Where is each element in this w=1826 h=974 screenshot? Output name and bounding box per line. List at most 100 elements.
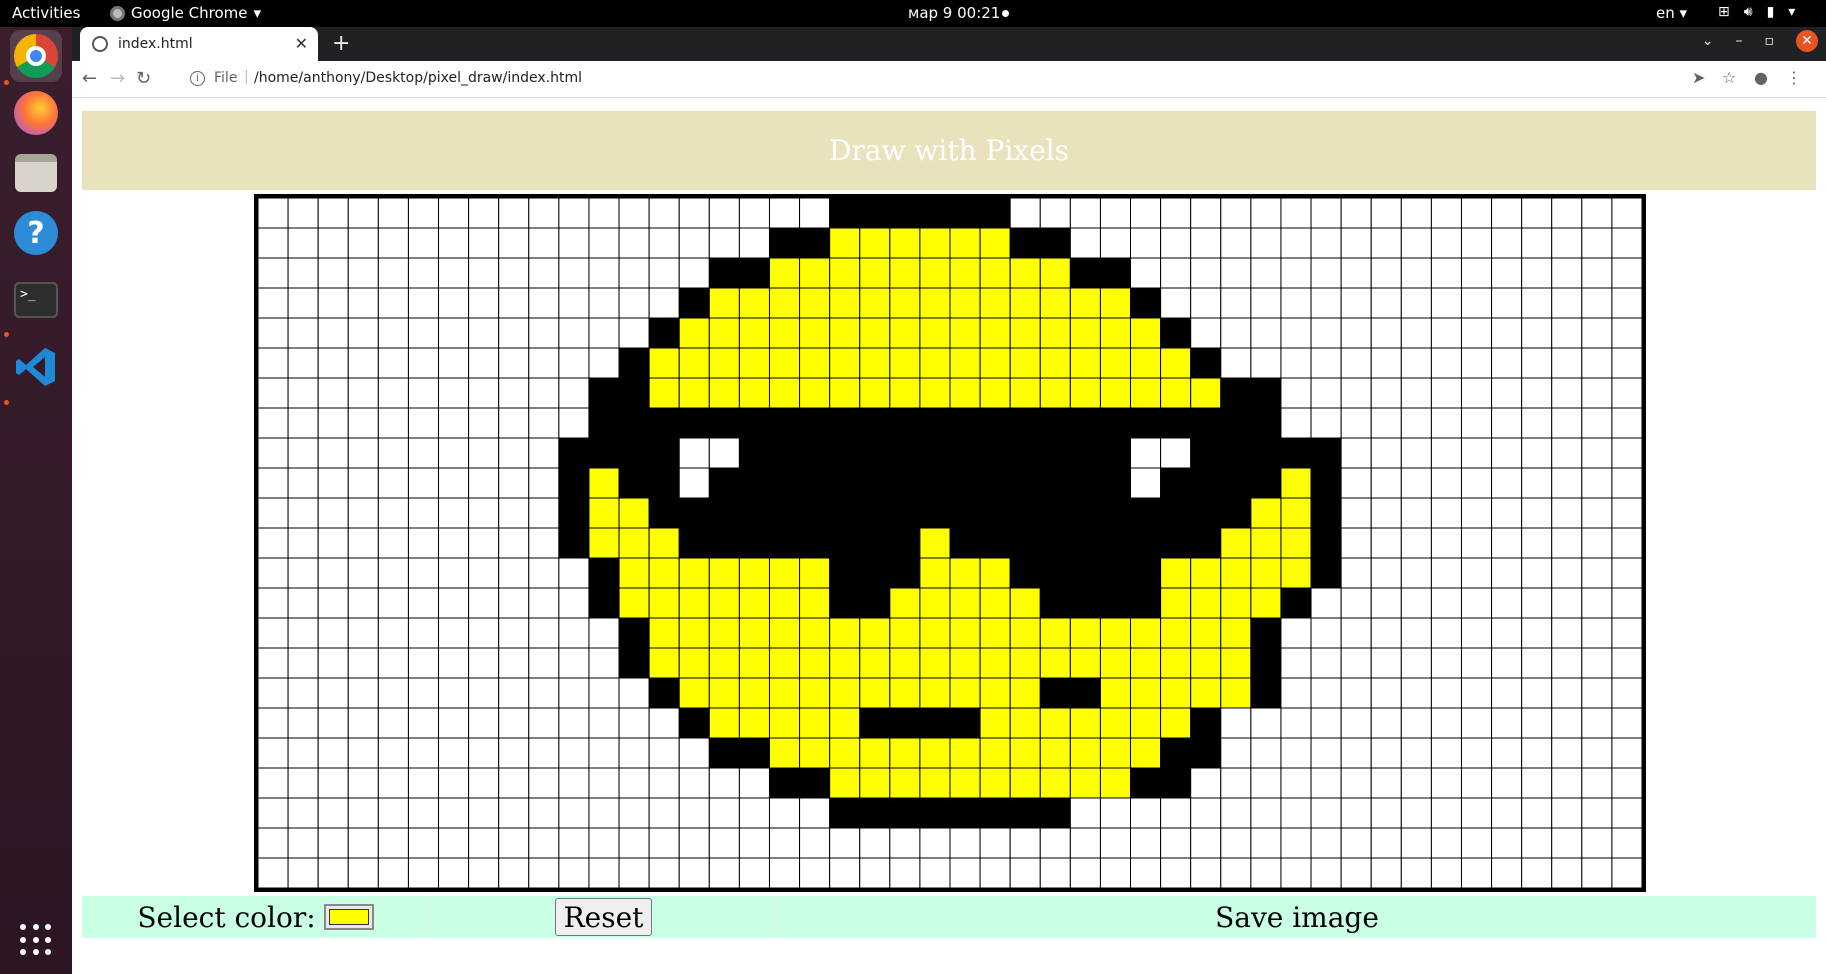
pixel-cell[interactable] — [438, 227, 470, 259]
pixel-cell[interactable] — [1400, 857, 1432, 888]
pixel-cell[interactable] — [1430, 587, 1462, 619]
pixel-cell[interactable] — [1250, 737, 1282, 769]
pixel-cell[interactable] — [1551, 227, 1583, 259]
pixel-cell[interactable] — [1069, 707, 1101, 739]
pixel-cell[interactable] — [708, 857, 740, 888]
pixel-cell[interactable] — [708, 557, 740, 589]
pixel-cell[interactable] — [889, 677, 921, 709]
pixel-cell[interactable] — [317, 827, 349, 859]
pixel-cell[interactable] — [438, 797, 470, 829]
pixel-cell[interactable] — [1190, 587, 1222, 619]
pixel-cell[interactable] — [919, 767, 951, 799]
pixel-cell[interactable] — [498, 497, 530, 529]
pixel-cell[interactable] — [258, 377, 289, 409]
pixel-cell[interactable] — [377, 587, 409, 619]
pixel-cell[interactable] — [528, 257, 560, 289]
pixel-cell[interactable] — [317, 437, 349, 469]
pixel-cell[interactable] — [648, 317, 680, 349]
pixel-cell[interactable] — [678, 827, 710, 859]
pixel-cell[interactable] — [1611, 857, 1642, 888]
pixel-cell[interactable] — [618, 347, 650, 379]
pixel-cell[interactable] — [859, 647, 891, 679]
tab-search-icon[interactable]: ⌄ — [1702, 33, 1714, 49]
pixel-cell[interactable] — [799, 317, 831, 349]
pixel-cell[interactable] — [859, 527, 891, 559]
pixel-cell[interactable] — [1009, 377, 1041, 409]
pixel-cell[interactable] — [618, 437, 650, 469]
pixel-cell[interactable] — [1581, 347, 1613, 379]
pixel-cell[interactable] — [768, 347, 801, 379]
pixel-cell[interactable] — [1310, 617, 1342, 649]
pixel-cell[interactable] — [919, 317, 951, 349]
pixel-cell[interactable] — [287, 407, 319, 439]
pixel-cell[interactable] — [1069, 497, 1101, 529]
pixel-cell[interactable] — [1190, 467, 1222, 499]
pixel-cell[interactable] — [287, 827, 319, 859]
pixel-cell[interactable] — [1400, 407, 1432, 439]
pixel-cell[interactable] — [1280, 257, 1312, 289]
pixel-cell[interactable] — [1280, 737, 1312, 769]
pixel-cell[interactable] — [1130, 587, 1162, 619]
pixel-cell[interactable] — [347, 407, 379, 439]
pixel-cell[interactable] — [1521, 797, 1553, 829]
pixel-cell[interactable] — [468, 797, 500, 829]
pixel-cell[interactable] — [1340, 557, 1372, 589]
pixel-cell[interactable] — [889, 287, 921, 319]
pixel-cell[interactable] — [317, 377, 349, 409]
pixel-cell[interactable] — [889, 407, 921, 439]
pixel-cell[interactable] — [618, 647, 650, 679]
pixel-cell[interactable] — [1039, 287, 1071, 319]
pixel-cell[interactable] — [1069, 317, 1101, 349]
pixel-cell[interactable] — [979, 287, 1011, 319]
pixel-cell[interactable] — [438, 557, 470, 589]
pixel-cell[interactable] — [1250, 797, 1282, 829]
pixel-cell[interactable] — [618, 587, 650, 619]
pixel-cell[interactable] — [1250, 377, 1282, 409]
pixel-cell[interactable] — [1250, 287, 1282, 319]
pixel-cell[interactable] — [1430, 317, 1462, 349]
pixel-cell[interactable] — [1069, 347, 1101, 379]
pixel-cell[interactable] — [407, 287, 440, 319]
pixel-cell[interactable] — [1190, 317, 1222, 349]
pixel-cell[interactable] — [648, 827, 680, 859]
show-apps-icon[interactable] — [20, 924, 52, 956]
pixel-cell[interactable] — [498, 198, 530, 229]
pixel-cell[interactable] — [1069, 287, 1101, 319]
pixel-cell[interactable] — [708, 707, 740, 739]
pixel-cell[interactable] — [799, 287, 831, 319]
pixel-cell[interactable] — [498, 557, 530, 589]
pixel-cell[interactable] — [1250, 707, 1282, 739]
profile-icon[interactable]: ● — [1754, 68, 1768, 87]
pixel-cell[interactable] — [1521, 227, 1553, 259]
pixel-cell[interactable] — [768, 707, 801, 739]
pixel-cell[interactable] — [1160, 317, 1192, 349]
pixel-cell[interactable] — [588, 617, 620, 649]
pixel-cell[interactable] — [468, 437, 500, 469]
pixel-cell[interactable] — [829, 737, 861, 769]
pixel-cell[interactable] — [558, 287, 590, 319]
pixel-cell[interactable] — [1581, 497, 1613, 529]
pixel-cell[interactable] — [317, 467, 349, 499]
pixel-cell[interactable] — [1160, 227, 1192, 259]
pixel-cell[interactable] — [979, 707, 1011, 739]
pixel-cell[interactable] — [1160, 198, 1192, 229]
pixel-cell[interactable] — [799, 257, 831, 289]
pixel-cell[interactable] — [1039, 437, 1071, 469]
pixel-cell[interactable] — [1521, 707, 1553, 739]
pixel-cell[interactable] — [438, 707, 470, 739]
pixel-cell[interactable] — [1340, 797, 1372, 829]
pixel-cell[interactable] — [1581, 827, 1613, 859]
pixel-cell[interactable] — [498, 467, 530, 499]
pixel-cell[interactable] — [1370, 767, 1402, 799]
pixel-cell[interactable] — [1460, 677, 1493, 709]
pixel-cell[interactable] — [1581, 587, 1613, 619]
pixel-cell[interactable] — [1551, 707, 1583, 739]
pixel-cell[interactable] — [407, 407, 440, 439]
pixel-cell[interactable] — [347, 287, 379, 319]
pixel-cell[interactable] — [468, 617, 500, 649]
pixel-cell[interactable] — [1551, 557, 1583, 589]
pixel-cell[interactable] — [287, 587, 319, 619]
pixel-cell[interactable] — [799, 797, 831, 829]
pixel-cell[interactable] — [738, 767, 770, 799]
pixel-cell[interactable] — [347, 647, 379, 679]
